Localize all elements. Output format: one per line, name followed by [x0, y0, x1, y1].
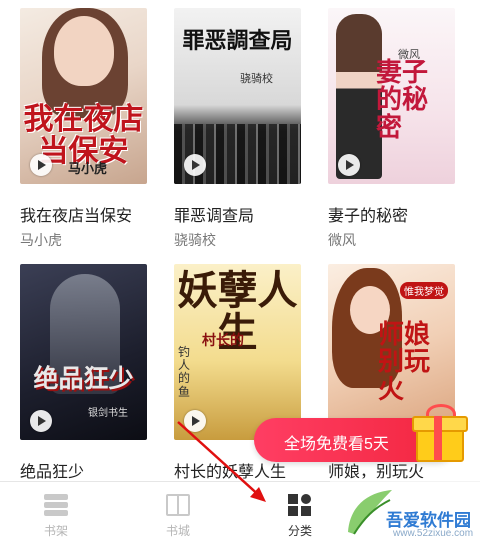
annotation-arrow-icon	[177, 421, 266, 502]
watermark-url: www.52zixue.com	[393, 528, 474, 539]
